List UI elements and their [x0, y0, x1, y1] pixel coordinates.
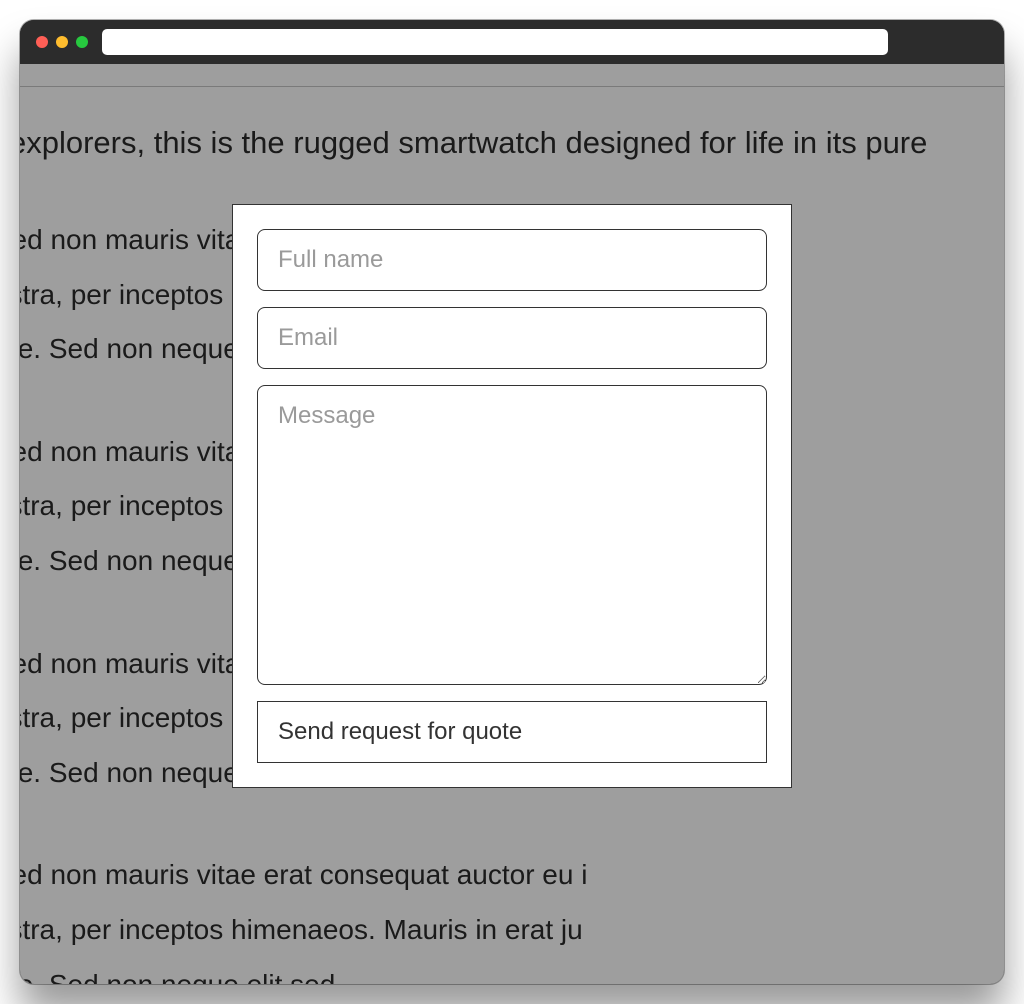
hero-text: tless explorers, this is the rugged smar… — [20, 87, 1004, 189]
browser-window: tless explorers, this is the rugged smar… — [20, 20, 1004, 984]
window-titlebar — [20, 20, 1004, 64]
quote-request-modal: Send request for quote — [232, 204, 792, 788]
paragraph-line: ndimentum sit amet a augue. Sed non nequ… — [20, 958, 1004, 984]
maximize-window-button[interactable] — [76, 36, 88, 48]
paragraph-line: ra torquent per conubia nostra, per ince… — [20, 903, 1004, 958]
body-paragraph: unt auctor a ornare odio. Sed non mauris… — [20, 824, 1004, 984]
close-window-button[interactable] — [36, 36, 48, 48]
email-input[interactable] — [257, 307, 767, 369]
fullname-input[interactable] — [257, 229, 767, 291]
browser-viewport: tless explorers, this is the rugged smar… — [20, 64, 1004, 984]
paragraph-line: unt auctor a ornare odio. Sed non mauris… — [20, 848, 1004, 903]
message-textarea[interactable] — [257, 385, 767, 685]
minimize-window-button[interactable] — [56, 36, 68, 48]
traffic-lights — [36, 36, 88, 48]
send-request-button[interactable]: Send request for quote — [257, 701, 767, 763]
url-bar[interactable] — [102, 29, 888, 55]
